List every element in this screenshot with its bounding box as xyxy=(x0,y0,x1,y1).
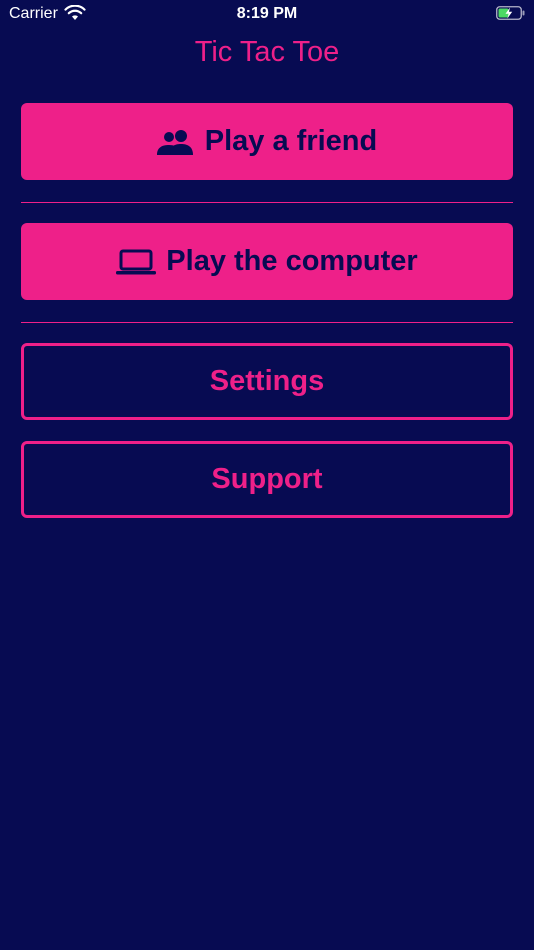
support-label: Support xyxy=(211,463,323,495)
laptop-icon xyxy=(116,249,157,275)
divider xyxy=(21,202,513,203)
status-bar: Carrier 8:19 PM xyxy=(0,0,534,30)
battery-charging-icon xyxy=(496,6,526,20)
settings-button[interactable]: Settings xyxy=(21,343,513,420)
people-icon xyxy=(156,129,195,155)
play-friend-label: Play a friend xyxy=(204,125,378,157)
play-computer-button[interactable]: Play the computer xyxy=(21,223,513,300)
divider xyxy=(21,322,513,323)
play-friend-button[interactable]: Play a friend xyxy=(21,103,513,180)
status-time: 8:19 PM xyxy=(236,5,298,22)
support-button[interactable]: Support xyxy=(21,441,513,518)
page-title: Tic Tac Toe xyxy=(194,36,340,68)
play-computer-label: Play the computer xyxy=(166,245,418,277)
settings-label: Settings xyxy=(209,365,325,397)
